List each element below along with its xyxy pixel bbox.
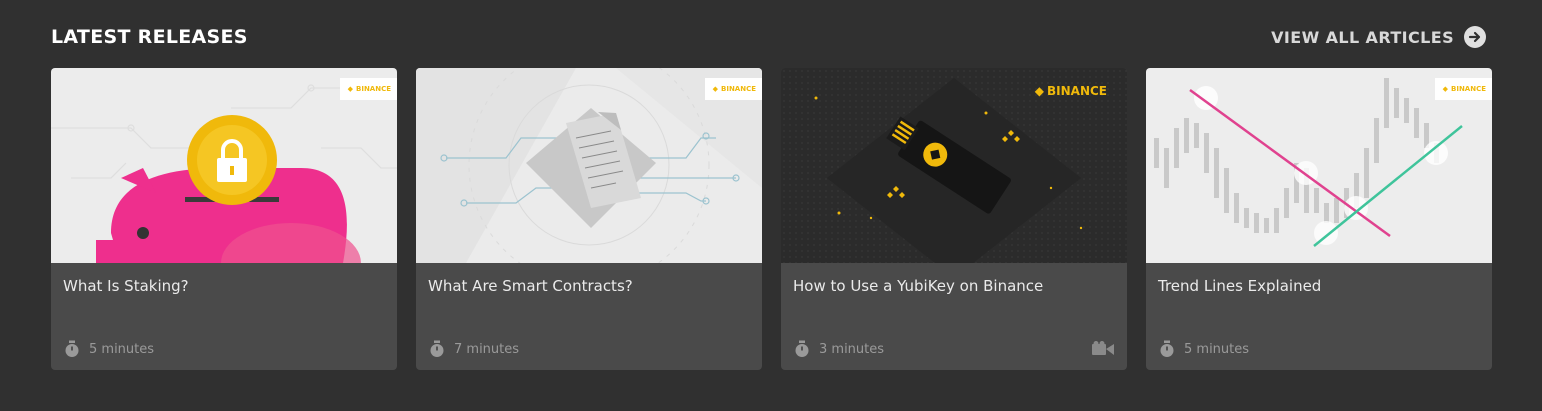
- view-all-articles-link[interactable]: VIEW ALL ARTICLES: [1271, 26, 1486, 48]
- article-card[interactable]: ◆ BINANCE How to Use a YubiKey on Binanc…: [781, 68, 1127, 370]
- duration-text: 3 minutes: [819, 341, 885, 357]
- read-time: 5 minutes: [1158, 340, 1249, 358]
- timer-icon: [795, 340, 809, 357]
- binance-logo-icon: ◆: [1442, 85, 1448, 93]
- article-title: How to Use a YubiKey on Binance: [793, 277, 1044, 295]
- binance-academy-badge: ◆ BINANCE: [1434, 78, 1492, 100]
- binance-logo-badge: ◆ BINANCE: [1034, 84, 1107, 98]
- duration-text: 7 minutes: [454, 341, 520, 357]
- article-title: Trend Lines Explained: [1158, 277, 1322, 295]
- article-card[interactable]: ◆ BINANCE What Is Staking? 5 minutes: [51, 68, 397, 370]
- read-time: 7 minutes: [428, 340, 519, 358]
- duration-text: 5 minutes: [89, 341, 155, 357]
- section-title: LATEST RELEASES: [51, 26, 248, 48]
- video-camera-icon: [1092, 341, 1114, 355]
- arrow-right-icon: [1464, 26, 1486, 48]
- binance-logo-icon: ◆: [347, 85, 353, 93]
- binance-academy-badge: ◆ BINANCE: [339, 78, 397, 100]
- duration-text: 5 minutes: [1184, 341, 1250, 357]
- article-card-list: ◆ BINANCE What Is Staking? 5 minutes ◆ B…: [51, 68, 1492, 370]
- article-thumbnail: ◆ BINANCE: [781, 68, 1127, 263]
- section-header: LATEST RELEASES VIEW ALL ARTICLES: [51, 26, 1486, 48]
- article-card[interactable]: ◆ BINANCE What Are Smart Contracts? 7 mi…: [416, 68, 762, 370]
- timer-icon: [1160, 340, 1174, 357]
- binance-logo-icon: ◆: [1034, 84, 1044, 98]
- timer-icon: [430, 340, 444, 357]
- article-thumbnail: ◆ BINANCE: [51, 68, 397, 263]
- article-thumbnail: ◆ BINANCE: [1146, 68, 1492, 263]
- binance-logo-icon: ◆: [712, 85, 718, 93]
- timer-icon: [65, 340, 79, 357]
- article-title: What Is Staking?: [63, 277, 189, 295]
- binance-academy-badge: ◆ BINANCE: [704, 78, 762, 100]
- article-thumbnail: ◆ BINANCE: [416, 68, 762, 263]
- article-card[interactable]: ◆ BINANCE Trend Lines Explained 5 minute…: [1146, 68, 1492, 370]
- read-time: 5 minutes: [63, 340, 154, 358]
- view-all-label: VIEW ALL ARTICLES: [1271, 27, 1454, 47]
- read-time: 3 minutes: [793, 340, 884, 358]
- article-title: What Are Smart Contracts?: [428, 277, 633, 295]
